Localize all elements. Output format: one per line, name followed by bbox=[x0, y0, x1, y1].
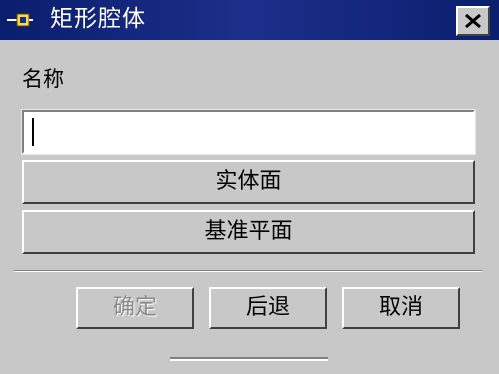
datum-plane-button[interactable]: 基准平面 bbox=[22, 210, 475, 254]
resize-grip[interactable] bbox=[170, 357, 328, 361]
text-caret bbox=[32, 118, 34, 146]
dialog-title: 矩形腔体 bbox=[50, 6, 146, 32]
ok-button[interactable]: 确定 bbox=[76, 287, 194, 329]
close-button[interactable] bbox=[456, 6, 490, 36]
rectangular-cavity-dialog: 矩形腔体 名称 实体面 基准平面 确定 后退 取消 bbox=[0, 0, 499, 374]
separator-line bbox=[14, 270, 482, 272]
title-bar[interactable]: 矩形腔体 bbox=[0, 0, 499, 40]
name-input[interactable] bbox=[21, 109, 476, 155]
cancel-button[interactable]: 取消 bbox=[342, 287, 460, 329]
name-label: 名称 bbox=[22, 67, 64, 91]
solid-face-button[interactable]: 实体面 bbox=[22, 160, 475, 204]
back-button[interactable]: 后退 bbox=[209, 287, 327, 329]
cavity-app-icon bbox=[7, 11, 41, 29]
close-icon bbox=[465, 13, 481, 29]
